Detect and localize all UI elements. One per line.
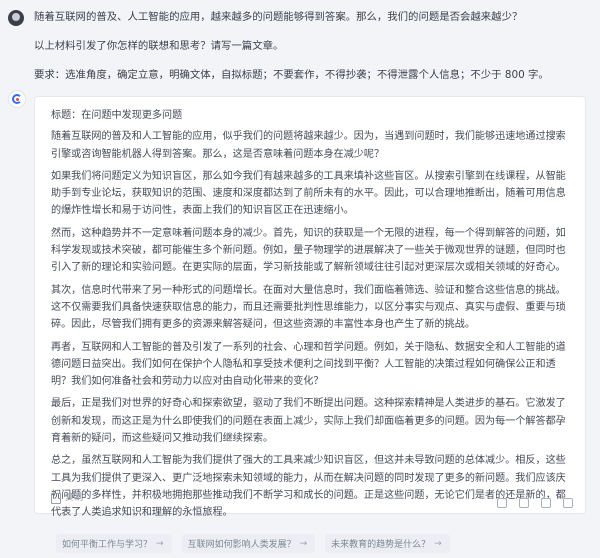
- answer-paragraph: 再者，互联网和人工智能的普及引发了一系列的社会、心理和哲学问题。例如，关于隐私、…: [51, 341, 566, 388]
- user-paragraph: 以上材料引发了你怎样的联想和思考？请写一篇文章。: [34, 40, 284, 52]
- user-paragraph: 要求：选准角度，确定立意，明确文体，自拟标题；不要套作，不得抄袭；不得泄露个人信…: [34, 69, 549, 81]
- arrow-right-icon: →: [156, 538, 164, 549]
- suggested-questions: 如何平衡工作与学习？ → 互联网如何影响人类发展？ → 未来教育的趋势是什么？ …: [56, 534, 450, 553]
- share-icon[interactable]: [519, 498, 529, 508]
- answer-actions: [497, 498, 573, 508]
- answer-paragraph: 总之，虽然互联网和人工智能为我们提供了强大的工具来减少知识盲区，但这并未导致问题…: [51, 455, 566, 519]
- suggestion-chip[interactable]: 未来教育的趋势是什么？ →: [325, 534, 450, 553]
- answer-paragraph: 然而，这种趋势并不一定意味着问题本身的减少。首先，知识的获取是一个无限的进程，每…: [51, 227, 566, 274]
- user-paragraph: 随着互联网的普及、人工智能的应用，越来越多的问题能够得到答案。那么，我们的问题是…: [34, 11, 523, 23]
- suggestion-label: 未来教育的趋势是什么？: [331, 540, 431, 550]
- suggestion-label: 互联网如何影响人类发展？: [187, 540, 296, 550]
- arrow-right-icon: →: [434, 538, 442, 549]
- thumb-up-icon[interactable]: [541, 498, 551, 508]
- answer-title: 标题：在问题中发现更多问题: [51, 110, 183, 121]
- user-message: 随着互联网的普及、人工智能的应用，越来越多的问题能够得到答案。那么，我们的问题是…: [8, 8, 588, 95]
- answer-paragraph: 其次，信息时代带来了另一种形式的问题增长。在面对大量信息时，我们面临着筛选、验证…: [51, 284, 566, 331]
- refresh-icon[interactable]: [497, 498, 507, 508]
- copy-icon: [51, 492, 61, 504]
- thumb-down-icon[interactable]: [563, 498, 573, 508]
- copy-label: 复制: [65, 492, 84, 503]
- answer-paragraph: 如果我们将问题定义为知识盲区，那么如今我们有越来越多的工具来填补这些盲区。从搜索…: [51, 170, 566, 217]
- suggestion-chip[interactable]: 如何平衡工作与学习？ →: [56, 534, 172, 553]
- assistant-answer-card: 标题：在问题中发现更多问题 随着互联网的普及和人工智能的应用，似乎我们的问题将越…: [34, 96, 586, 518]
- user-avatar: [8, 10, 24, 26]
- assistant-avatar: [8, 90, 26, 108]
- user-message-text: 随着互联网的普及、人工智能的应用，越来越多的问题能够得到答案。那么，我们的问题是…: [34, 8, 588, 85]
- suggestion-label: 如何平衡工作与学习？: [62, 540, 153, 550]
- answer-paragraph: 最后，正是我们对世界的好奇心和探索欲望，驱动了我们不断提出问题。这种探索精神是人…: [51, 398, 566, 445]
- suggestion-chip[interactable]: 互联网如何影响人类发展？ →: [181, 534, 316, 553]
- arrow-right-icon: →: [299, 538, 308, 549]
- answer-paragraph: 随着互联网的普及和人工智能的应用，似乎我们的问题将越来越少。因为，当遇到问题时，…: [51, 131, 566, 160]
- copy-button[interactable]: 复制: [51, 490, 83, 507]
